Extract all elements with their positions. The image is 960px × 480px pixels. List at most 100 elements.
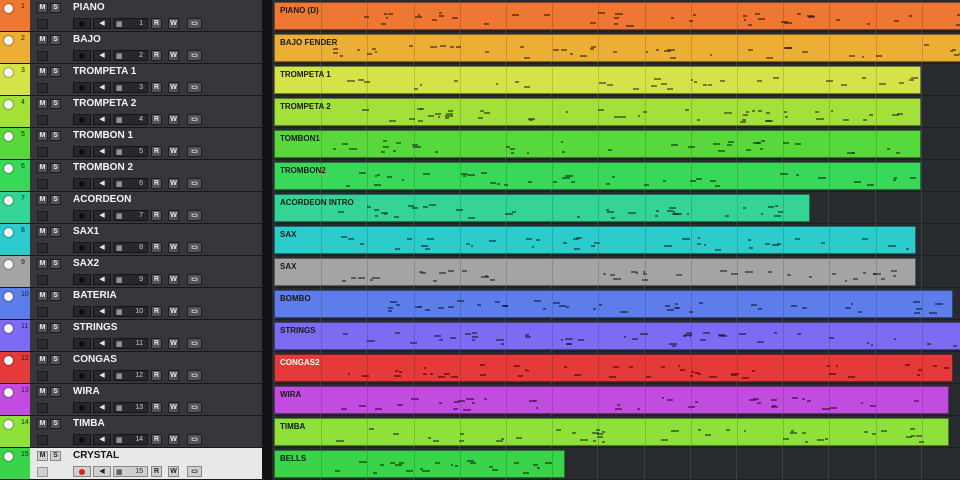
midi-part[interactable]: CONGAS2 — [274, 354, 954, 382]
read-automation-button[interactable]: R — [151, 434, 162, 445]
track-row[interactable]: 9 M S SAX2 ◀ ▦ 9 R W ▭ — [0, 256, 268, 288]
record-enable-button[interactable] — [73, 274, 91, 285]
solo-button[interactable]: S — [50, 163, 61, 173]
write-automation-button[interactable]: W — [168, 274, 179, 285]
midi-part[interactable]: TIMBA — [274, 418, 949, 446]
read-automation-button[interactable]: R — [151, 402, 162, 413]
record-enable-button[interactable] — [73, 114, 91, 125]
read-automation-button[interactable]: R — [151, 242, 162, 253]
midi-part[interactable]: BELLS — [274, 450, 566, 478]
track-lane-toggle[interactable] — [37, 147, 48, 157]
monitor-button[interactable]: ◀ — [93, 274, 111, 285]
track-lane-toggle[interactable] — [37, 211, 48, 221]
write-automation-button[interactable]: W — [168, 338, 179, 349]
midi-channel-field[interactable]: ▦ 15 — [113, 466, 148, 477]
midi-channel-field[interactable]: ▦ 10 — [113, 306, 148, 317]
mute-button[interactable]: M — [37, 67, 48, 77]
record-enable-button[interactable] — [73, 82, 91, 93]
monitor-button[interactable]: ◀ — [93, 306, 111, 317]
track-lane-toggle[interactable] — [37, 115, 48, 125]
track-lane-toggle[interactable] — [37, 275, 48, 285]
track-row[interactable]: 15 M S CRYSTAL ◀ ▦ 15 R W ▭ — [0, 448, 268, 480]
record-enable-button[interactable] — [73, 242, 91, 253]
edit-instrument-button[interactable]: ▭ — [187, 338, 202, 349]
solo-button[interactable]: S — [50, 35, 61, 45]
read-automation-button[interactable]: R — [151, 114, 162, 125]
write-automation-button[interactable]: W — [168, 18, 179, 29]
track-row[interactable]: 8 M S SAX1 ◀ ▦ 8 R W ▭ — [0, 224, 268, 256]
record-enable-button[interactable] — [73, 146, 91, 157]
edit-instrument-button[interactable]: ▭ — [187, 434, 202, 445]
read-automation-button[interactable]: R — [151, 82, 162, 93]
midi-part[interactable]: BAJO FENDER — [274, 34, 960, 62]
mute-button[interactable]: M — [37, 387, 48, 397]
track-lane-toggle[interactable] — [37, 339, 48, 349]
edit-instrument-button[interactable]: ▭ — [187, 242, 202, 253]
track-name[interactable]: TIMBA — [73, 418, 105, 429]
track-row[interactable]: 12 M S CONGAS ◀ ▦ 12 R W ▭ — [0, 352, 268, 384]
monitor-button[interactable]: ◀ — [93, 210, 111, 221]
track-name[interactable]: STRINGS — [73, 322, 117, 333]
monitor-button[interactable]: ◀ — [93, 146, 111, 157]
midi-channel-field[interactable]: ▦ 5 — [113, 146, 148, 157]
track-name[interactable]: BATERIA — [73, 290, 117, 301]
track-row[interactable]: 10 M S BATERIA ◀ ▦ 10 R W ▭ — [0, 288, 268, 320]
solo-button[interactable]: S — [50, 355, 61, 365]
track-row[interactable]: 4 M S TROMPETA 2 ◀ ▦ 4 R W ▭ — [0, 96, 268, 128]
track-lane-toggle[interactable] — [37, 371, 48, 381]
solo-button[interactable]: S — [50, 227, 61, 237]
midi-channel-field[interactable]: ▦ 2 — [113, 50, 148, 61]
mute-button[interactable]: M — [37, 259, 48, 269]
track-name[interactable]: SAX2 — [73, 258, 99, 269]
monitor-button[interactable]: ◀ — [93, 370, 111, 381]
write-automation-button[interactable]: W — [168, 466, 179, 477]
track-name[interactable]: TROMPETA 2 — [73, 98, 136, 109]
read-automation-button[interactable]: R — [151, 274, 162, 285]
mute-button[interactable]: M — [37, 35, 48, 45]
track-name[interactable]: ACORDEON — [73, 194, 131, 205]
midi-part[interactable]: SAX — [274, 258, 917, 286]
track-list-divider[interactable] — [262, 0, 272, 480]
write-automation-button[interactable]: W — [168, 50, 179, 61]
read-automation-button[interactable]: R — [151, 146, 162, 157]
mute-button[interactable]: M — [37, 419, 48, 429]
track-lane-toggle[interactable] — [37, 307, 48, 317]
read-automation-button[interactable]: R — [151, 338, 162, 349]
midi-channel-field[interactable]: ▦ 8 — [113, 242, 148, 253]
record-enable-button[interactable] — [73, 18, 91, 29]
track-row[interactable]: 14 M S TIMBA ◀ ▦ 14 R W ▭ — [0, 416, 268, 448]
midi-part[interactable]: ACORDEON INTRO — [274, 194, 810, 222]
midi-part[interactable]: TOMBON1 — [274, 130, 921, 158]
solo-button[interactable]: S — [50, 387, 61, 397]
track-lane-toggle[interactable] — [37, 403, 48, 413]
record-enable-button[interactable] — [73, 370, 91, 381]
track-name[interactable]: WIRA — [73, 386, 100, 397]
solo-button[interactable]: S — [50, 323, 61, 333]
edit-instrument-button[interactable]: ▭ — [187, 274, 202, 285]
read-automation-button[interactable]: R — [151, 306, 162, 317]
read-automation-button[interactable]: R — [151, 18, 162, 29]
edit-instrument-button[interactable]: ▭ — [187, 466, 202, 477]
solo-button[interactable]: S — [50, 419, 61, 429]
midi-part[interactable]: STRINGS — [274, 322, 960, 350]
monitor-button[interactable]: ◀ — [93, 466, 111, 477]
write-automation-button[interactable]: W — [168, 306, 179, 317]
midi-part[interactable]: TROMPETA 1 — [274, 66, 921, 94]
midi-channel-field[interactable]: ▦ 13 — [113, 402, 148, 413]
monitor-button[interactable]: ◀ — [93, 82, 111, 93]
track-row[interactable]: 2 M S BAJO ◀ ▦ 2 R W ▭ — [0, 32, 268, 64]
monitor-button[interactable]: ◀ — [93, 114, 111, 125]
midi-part[interactable]: PIANO (D) — [274, 2, 960, 30]
solo-button[interactable]: S — [50, 67, 61, 77]
track-lane-toggle[interactable] — [37, 435, 48, 445]
solo-button[interactable]: S — [50, 291, 61, 301]
record-enable-button[interactable] — [73, 466, 91, 477]
solo-button[interactable]: S — [50, 451, 61, 461]
midi-channel-field[interactable]: ▦ 12 — [113, 370, 148, 381]
midi-channel-field[interactable]: ▦ 14 — [113, 434, 148, 445]
edit-instrument-button[interactable]: ▭ — [187, 306, 202, 317]
solo-button[interactable]: S — [50, 259, 61, 269]
monitor-button[interactable]: ◀ — [93, 178, 111, 189]
write-automation-button[interactable]: W — [168, 114, 179, 125]
monitor-button[interactable]: ◀ — [93, 50, 111, 61]
